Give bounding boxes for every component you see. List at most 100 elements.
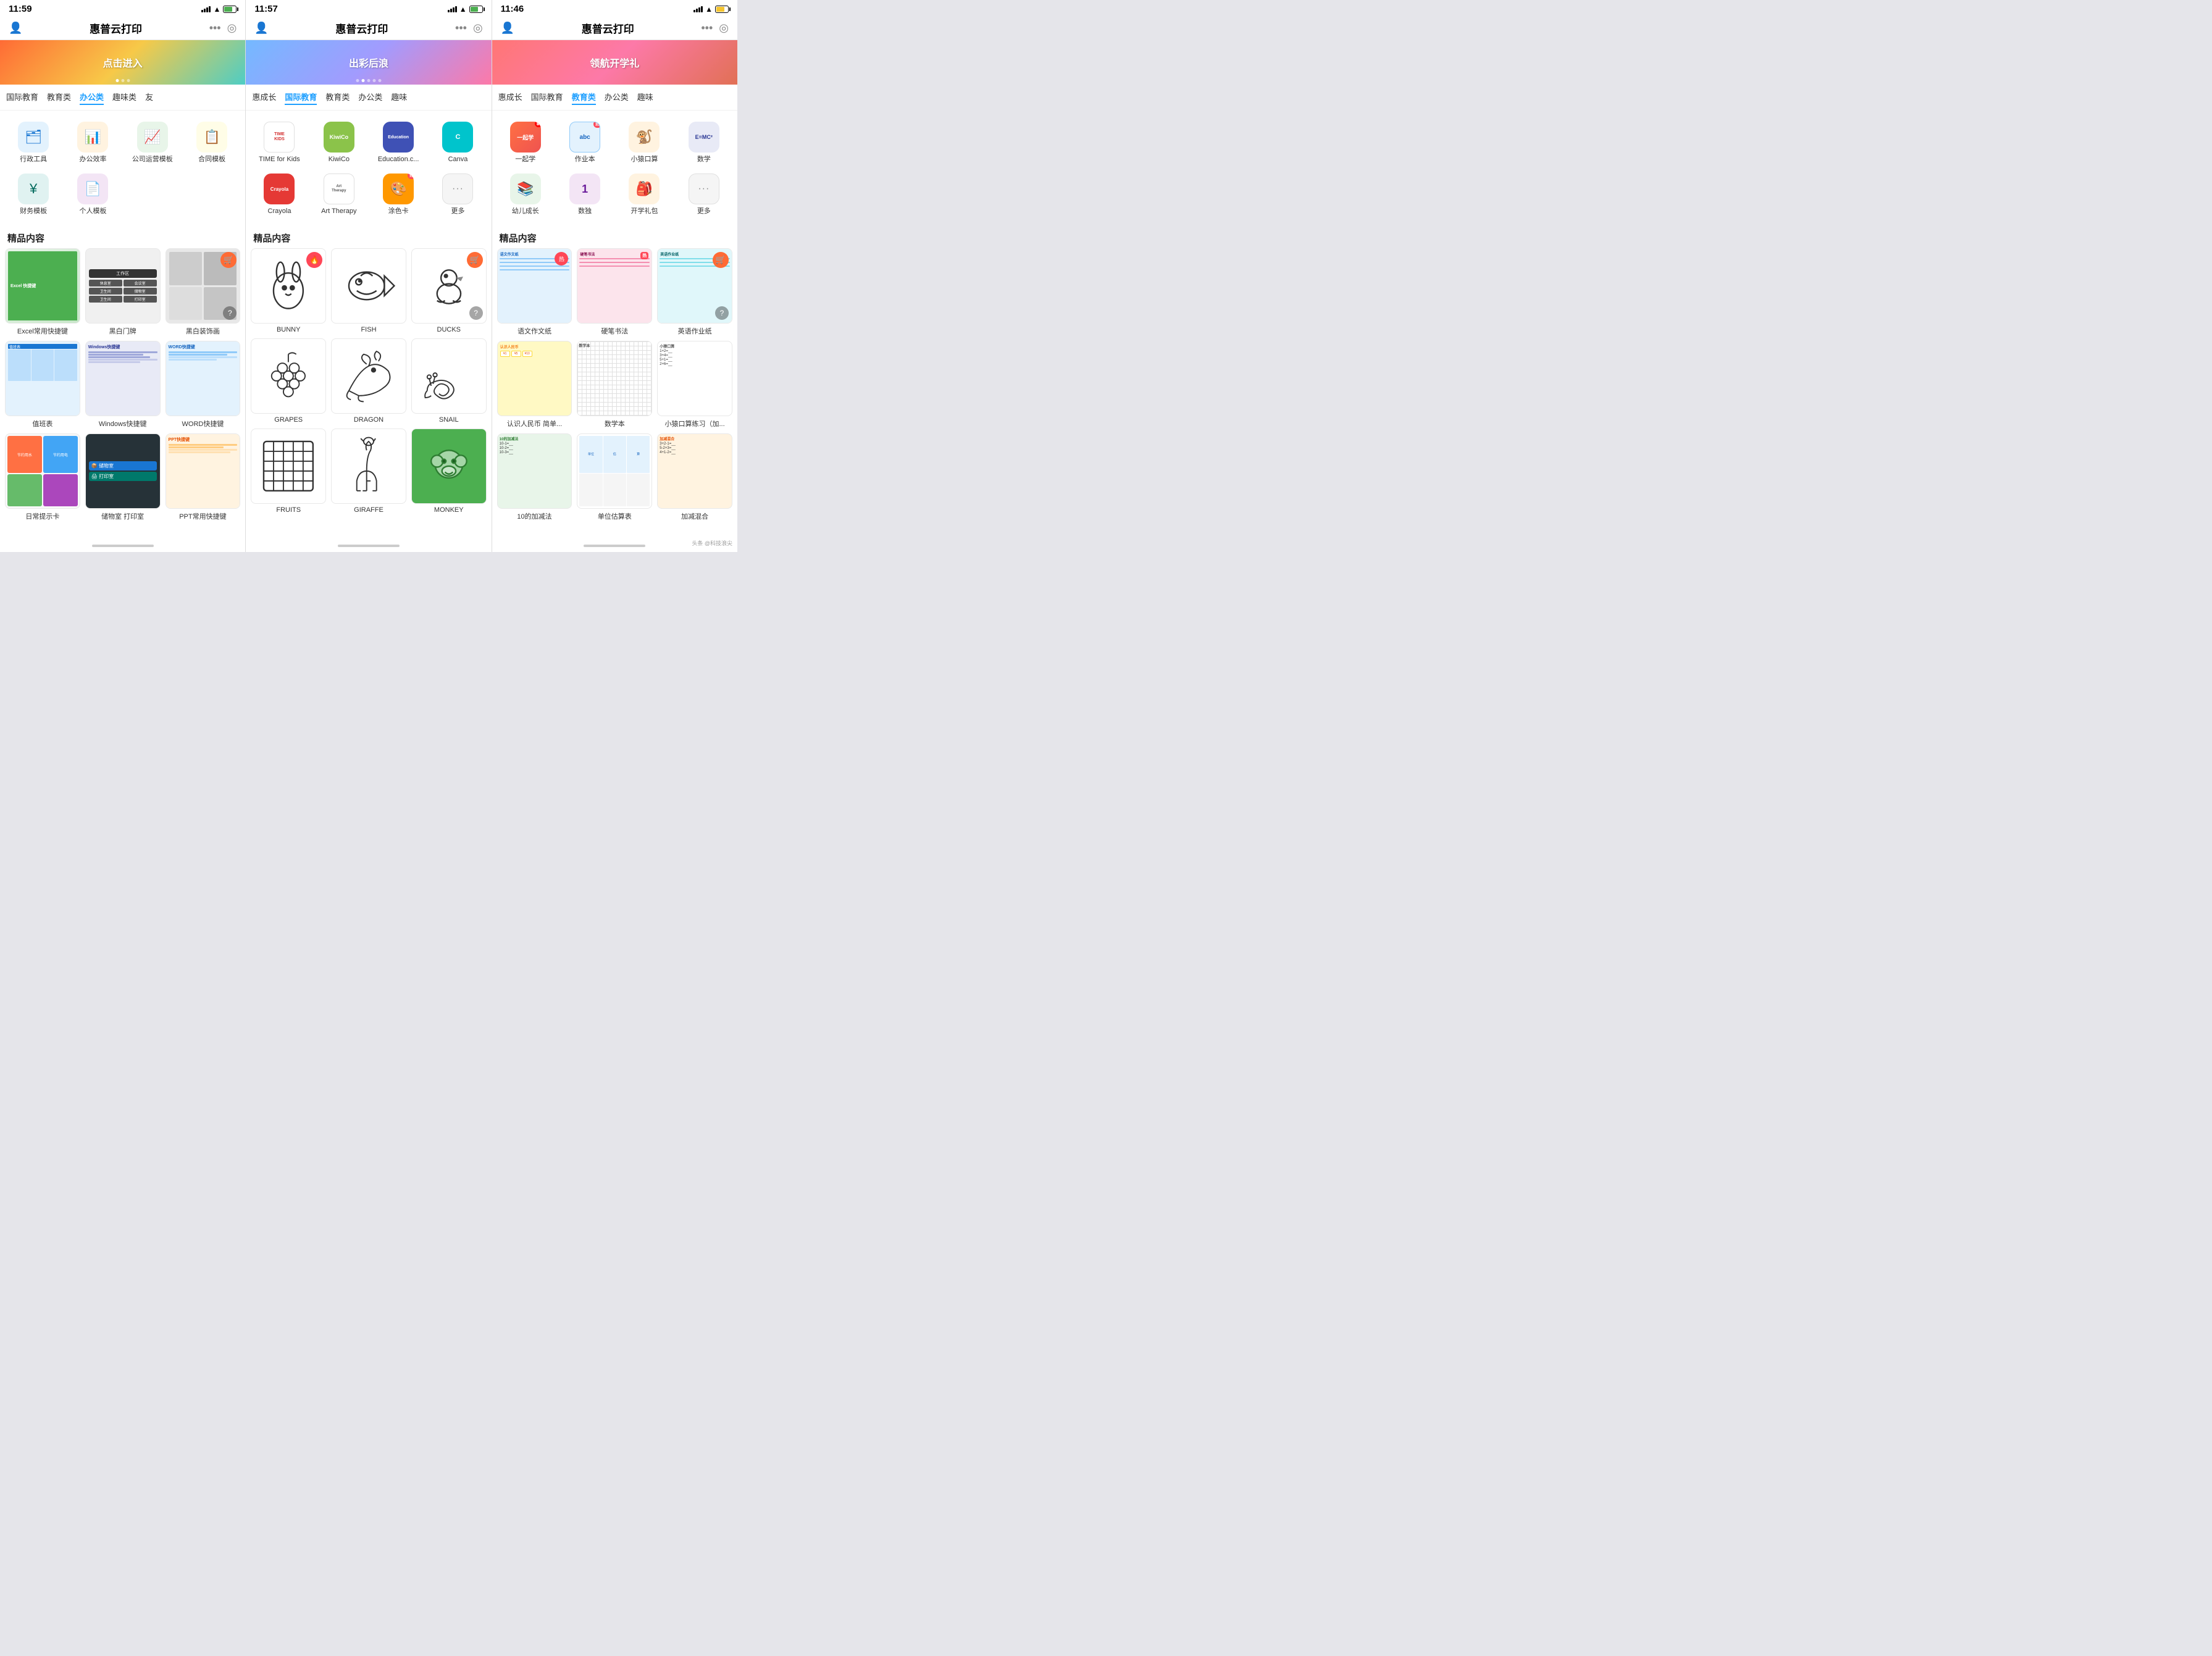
content-card-3-7[interactable]: 单位 估 算 单位估算表 — [577, 433, 652, 521]
content-card-3-4[interactable]: 数学本 数学本 — [577, 341, 652, 429]
app-item-1-3[interactable]: 📋 合同模板 — [182, 117, 241, 169]
app-item-2-3[interactable]: C Canva — [428, 117, 487, 169]
status-bar-3: 11:46 ▲ — [492, 0, 737, 17]
banner-text-2: 出彩后浪 — [349, 55, 388, 70]
content-card-1-1[interactable]: 工作区 休息室 会议室 卫生间 储物室 卫生间 打印室 黑白门牌 — [85, 248, 161, 336]
banner-1[interactable]: 点击进入 — [0, 40, 245, 85]
content-card-2-1[interactable]: FISH — [331, 248, 406, 333]
cat-tab-1-1[interactable]: 教育类 — [47, 90, 71, 105]
content-card-3-8[interactable]: 加减混合 3+2-1=__ 5-2+3=__ 4+1-2=__ 加减混合 — [657, 433, 732, 521]
content-card-2-0[interactable]: 🔥 BUNNY — [251, 248, 326, 333]
app-item-3-0[interactable]: 一起学 新 一起学 — [496, 117, 555, 169]
banner-3[interactable]: 领航开学礼 — [492, 40, 737, 85]
app-item-3-3[interactable]: E=MC² 数学 — [674, 117, 734, 169]
app-header-2: 👤 惠普云打印 ••• ◎ — [246, 17, 491, 40]
app-item-3-4[interactable]: 📚 幼儿成长 — [496, 169, 555, 220]
cat-tab-2-1[interactable]: 国际教育 — [285, 90, 317, 105]
cat-tab-2-0[interactable]: 惠成长 — [252, 90, 276, 105]
thumb-1-0: Excel 快捷键 — [5, 248, 80, 324]
help-btn-3-2[interactable]: ? — [715, 306, 729, 320]
help-btn-2-2[interactable]: ? — [469, 306, 483, 320]
content-card-2-7[interactable]: GIRAFFE — [331, 429, 406, 514]
more-icon-3[interactable]: ••• — [701, 22, 713, 35]
panel-scroll-1[interactable]: 🗂 行政工具 📊 办公效率 📈 公司运营模板 📋 合同模板 ¥ 财务 — [0, 111, 245, 542]
app-item-2-7[interactable]: ··· 更多 — [428, 169, 487, 220]
app-label-2-6: 涂色卡 — [388, 207, 409, 215]
cat-tab-2-3[interactable]: 办公类 — [358, 90, 382, 105]
app-label-2-4: Crayola — [268, 207, 291, 215]
content-card-1-8[interactable]: PPT快捷键 PPT常用快捷键 — [165, 433, 241, 521]
content-card-1-3[interactable]: 值班表 值班表 — [5, 341, 80, 429]
content-card-1-0[interactable]: Excel 快捷键 Excel常用快捷键 — [5, 248, 80, 336]
label-3-5: 小猿口算练习（加... — [665, 419, 725, 429]
content-card-3-6[interactable]: 10的加减法 10-1=__ 10-2=__ 10-3=__ 10的加减法 — [497, 433, 572, 521]
cat-tab-3-3[interactable]: 办公类 — [605, 90, 629, 105]
content-card-2-4[interactable]: DRAGON — [331, 338, 406, 424]
app-item-3-7[interactable]: ··· 更多 — [674, 169, 734, 220]
more-icon-1[interactable]: ••• — [209, 22, 221, 35]
app-label-3-7: 更多 — [697, 207, 711, 215]
app-item-1-2[interactable]: 📈 公司运营模板 — [123, 117, 182, 169]
cat-tab-3-0[interactable]: 惠成长 — [498, 90, 522, 105]
app-item-1-4[interactable]: ¥ 财务模板 — [4, 169, 63, 220]
app-item-2-2[interactable]: Education Education.c... — [369, 117, 428, 169]
app-item-2-0[interactable]: TIMEKIDS TIME for Kids — [249, 117, 309, 169]
cat-tab-1-4[interactable]: 友 — [145, 90, 153, 105]
app-item-3-6[interactable]: 🎒 开学礼包 — [614, 169, 674, 220]
user-icon-2[interactable]: 👤 — [254, 22, 268, 35]
content-card-1-6[interactable]: 节约用水 节约用电 日常提示卡 — [5, 433, 80, 521]
content-card-2-8[interactable]: MONKEY — [411, 429, 487, 514]
target-icon-3[interactable]: ◎ — [719, 22, 729, 35]
app-item-3-1[interactable]: abc 热 作业本 — [555, 117, 614, 169]
app-item-3-2[interactable]: 🐒 小猿口算 — [614, 117, 674, 169]
target-icon-1[interactable]: ◎ — [227, 22, 237, 35]
app-item-1-5[interactable]: 📄 个人模板 — [63, 169, 122, 220]
thumb-2-6 — [251, 429, 326, 504]
user-icon-1[interactable]: 👤 — [9, 22, 22, 35]
cat-tab-2-4[interactable]: 趣味 — [391, 90, 407, 105]
cat-tab-3-4[interactable]: 趣味 — [637, 90, 653, 105]
thumb-1-3: 值班表 — [5, 341, 80, 416]
content-card-2-2[interactable]: 🛒 ? DUCKS — [411, 248, 487, 333]
battery-icon-2 — [469, 6, 483, 13]
thumb-3-6: 10的加减法 10-1=__ 10-2=__ 10-3=__ — [497, 433, 572, 509]
target-icon-2[interactable]: ◎ — [473, 22, 483, 35]
content-card-2-3[interactable]: GRAPES — [251, 338, 326, 424]
cat-tab-3-1[interactable]: 国际教育 — [531, 90, 563, 105]
content-card-3-2[interactable]: 🛒 ? 英语作业纸 英 — [657, 248, 732, 336]
content-card-3-1[interactable]: 热 硬笔书法 硬笔书法 — [577, 248, 652, 336]
content-card-1-7[interactable]: 📦 储物室 🖨 打印室 储物室 打印室 — [85, 433, 161, 521]
banner-2[interactable]: 出彩后浪 — [246, 40, 491, 85]
app-item-2-6[interactable]: 🎨 热 涂色卡 — [369, 169, 428, 220]
content-card-2-6[interactable]: FRUITS — [251, 429, 326, 514]
cart-btn-2-0[interactable]: 🔥 — [306, 252, 322, 268]
content-card-3-5[interactable]: 小猿口算 1+2=__ 3+4=__ 5+1=__ 2+6=__ 小猿口算练习（… — [657, 341, 732, 429]
cat-tab-1-3[interactable]: 趣味类 — [112, 90, 136, 105]
section-title-2: 精品内容 — [246, 227, 491, 248]
app-item-2-5[interactable]: ArtTherapy Art Therapy — [309, 169, 369, 220]
app-label-2-1: KiwiCo — [329, 156, 350, 164]
panel-scroll-2[interactable]: TIMEKIDS TIME for Kids KiwiCo KiwiCo Edu… — [246, 111, 491, 542]
content-card-1-5[interactable]: WORD快捷键 WORD快捷键 — [165, 341, 241, 429]
cat-tab-2-2[interactable]: 教育类 — [325, 90, 350, 105]
content-card-3-0[interactable]: 热 语文作文纸 — [497, 248, 572, 336]
user-icon-3[interactable]: 👤 — [501, 22, 514, 35]
app-item-1-1[interactable]: 📊 办公效率 — [63, 117, 122, 169]
content-card-1-4[interactable]: Windows快捷键 Windows快捷键 — [85, 341, 161, 429]
app-item-1-0[interactable]: 🗂 行政工具 — [4, 117, 63, 169]
app-item-3-5[interactable]: 1 数独 — [555, 169, 614, 220]
app-item-2-4[interactable]: Crayola Crayola — [249, 169, 309, 220]
thumb-1-1: 工作区 休息室 会议室 卫生间 储物室 卫生间 打印室 — [85, 248, 161, 324]
app-item-2-1[interactable]: KiwiCo KiwiCo — [309, 117, 369, 169]
app-icon-3-2: 🐒 — [629, 122, 660, 153]
app-label-3-3: 数学 — [697, 156, 711, 164]
cat-tab-1-0[interactable]: 国际教育 — [6, 90, 38, 105]
more-icon-2[interactable]: ••• — [455, 22, 467, 35]
content-card-1-2[interactable]: 🛒 ? 黑白装饰画 — [165, 248, 241, 336]
content-card-3-3[interactable]: 认识人民币 ¥1 ¥5 ¥10 认识人民币 简单... — [497, 341, 572, 429]
content-card-2-5[interactable]: SNAIL — [411, 338, 487, 424]
cart-btn-2-2[interactable]: 🛒 — [467, 252, 483, 268]
panel-scroll-3[interactable]: 一起学 新 一起学 abc 热 作业本 🐒 — [492, 111, 737, 542]
cat-tab-3-2[interactable]: 教育类 — [572, 90, 596, 105]
cat-tab-1-2[interactable]: 办公类 — [80, 90, 104, 105]
